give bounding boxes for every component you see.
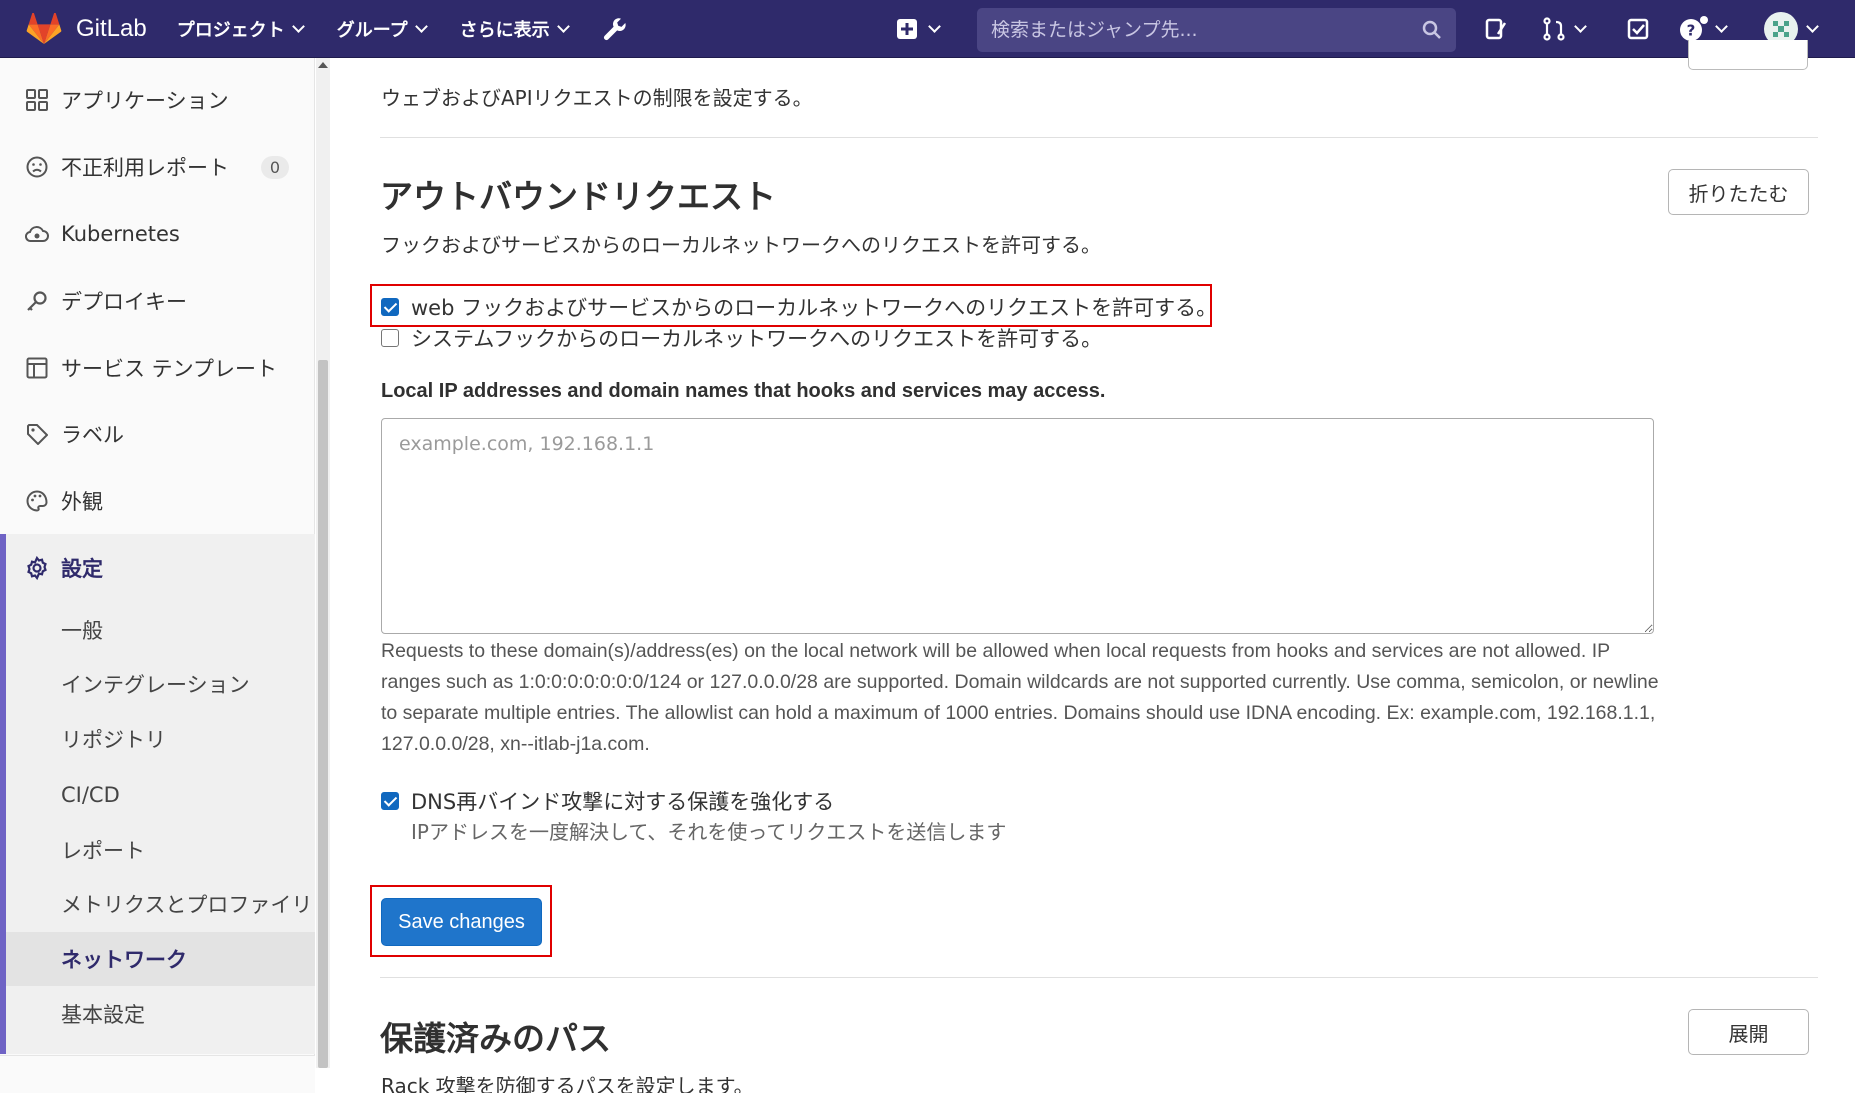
palette-icon xyxy=(25,489,49,513)
sidebar-subitem-label: 基本設定 xyxy=(61,1003,145,1027)
new-menu-button[interactable] xyxy=(896,0,941,58)
sidebar-subitem-metrics[interactable]: メトリクスとプロファイリング xyxy=(6,877,315,931)
sidebar-item-label: Kubernetes xyxy=(61,222,180,246)
save-changes-button[interactable]: Save changes xyxy=(381,898,542,946)
frown-icon xyxy=(25,155,49,179)
sidebar-scrollbar-thumb[interactable] xyxy=(318,360,328,1068)
label-icon xyxy=(25,422,49,446)
dns-rebinding-checkbox[interactable] xyxy=(381,792,399,810)
sidebar-item-service-templates[interactable]: サービス テンプレート xyxy=(0,338,315,398)
merge-request-icon xyxy=(1543,17,1565,41)
admin-wrench-button[interactable] xyxy=(602,16,628,42)
sidebar-item-applications[interactable]: アプリケーション xyxy=(0,70,315,130)
sidebar-subitem-label: CI/CD xyxy=(61,783,120,807)
scroll-up-arrow-icon[interactable] xyxy=(318,62,328,68)
svg-text:?: ? xyxy=(1687,22,1696,40)
section-divider xyxy=(380,977,1818,978)
nav-more[interactable]: さらに表示 xyxy=(459,16,570,42)
nav-groups[interactable]: グループ xyxy=(336,16,428,42)
issues-icon xyxy=(1485,18,1507,40)
expand-button[interactable]: 展開 xyxy=(1688,1009,1809,1055)
sidebar-subitem-reporting[interactable]: レポート xyxy=(6,823,315,877)
chevron-down-icon xyxy=(1574,20,1587,33)
sidebar-subitem-preferences[interactable]: 基本設定 xyxy=(6,987,315,1041)
dns-rebinding-protection[interactable]: DNS再バインド攻撃に対する保護を強化する xyxy=(381,786,834,816)
cloud-gear-icon xyxy=(25,222,49,246)
sidebar-subitem-label: リポジトリ xyxy=(61,728,166,752)
sidebar-item-settings[interactable]: 設定 xyxy=(0,538,315,598)
sidebar-item-deploy-keys[interactable]: デプロイキー xyxy=(0,271,315,331)
nav-more-label: さらに表示 xyxy=(459,19,550,41)
sidebar-subitem-label: 一般 xyxy=(61,619,103,643)
outbound-requests-title: アウトバウンドリクエスト xyxy=(380,177,776,216)
sidebar-item-label: デプロイキー xyxy=(61,290,187,314)
chevron-down-icon xyxy=(291,19,305,33)
nav-projects-label: プロジェクト xyxy=(176,19,285,41)
todos-button[interactable] xyxy=(1626,0,1650,58)
allowlist-help-text: Requests to these domain(s)/address(es) … xyxy=(381,640,1659,755)
nav-menu: プロジェクト グループ さらに表示 xyxy=(177,16,628,42)
sidebar-item-label: 設定 xyxy=(61,557,103,581)
sidebar-item-label: 外観 xyxy=(61,490,103,514)
protected-paths-description: Rack 攻撃を防御するパスを設定します。 xyxy=(381,1074,754,1093)
issues-button[interactable] xyxy=(1484,0,1508,58)
sidebar-item-appearance[interactable]: 外観 xyxy=(0,471,315,531)
sidebar-subitem-label: レポート xyxy=(61,839,145,863)
sidebar-item-kubernetes[interactable]: Kubernetes xyxy=(0,204,315,264)
sidebar-item-labels[interactable]: ラベル xyxy=(0,404,315,464)
count-badge: 0 xyxy=(260,155,289,179)
sidebar-subitem-network[interactable]: ネットワーク xyxy=(6,932,315,986)
brand-name: GitLab xyxy=(76,14,147,42)
dns-rebinding-description: IPアドレスを一度解決して、それを使ってリクエストを送信します xyxy=(411,820,1007,844)
protected-paths-title: 保護済みのパス xyxy=(380,1019,611,1058)
help-icon: ? xyxy=(1680,16,1708,41)
chevron-down-icon xyxy=(1806,20,1819,33)
sidebar-item-label: アプリケーション xyxy=(61,89,229,113)
sidebar-subitem-label: ネットワーク xyxy=(61,948,187,972)
highlight-box xyxy=(370,284,1212,327)
chevron-down-icon xyxy=(928,20,941,33)
merge-requests-button[interactable] xyxy=(1542,0,1587,58)
nav-groups-label: グループ xyxy=(336,19,408,41)
previous-section-description: ウェブおよびAPIリクエストの制限を設定する。 xyxy=(381,86,813,110)
sidebar-item-label: ラベル xyxy=(61,423,124,447)
nav-projects[interactable]: プロジェクト xyxy=(176,16,305,42)
chevron-down-icon xyxy=(556,19,570,33)
sidebar-subitem-ci-cd[interactable]: CI/CD xyxy=(6,768,315,822)
allow-system-hooks-checkbox[interactable] xyxy=(381,329,399,347)
sidebar-subitem-label: インテグレーション xyxy=(61,673,250,697)
sidebar-subitem-label: メトリクスとプロファイリング xyxy=(61,893,315,917)
dns-rebinding-label: DNS再バインド攻撃に対する保護を強化する xyxy=(411,790,835,814)
gitlab-logo[interactable]: GitLab xyxy=(26,0,147,58)
sidebar-item-label: 不正利用レポート xyxy=(61,156,229,180)
allow-system-hooks-label: システムフックからのローカルネットワークへのリクエストを許可する。 xyxy=(411,327,1103,351)
sidebar-subitem-general[interactable]: 一般 xyxy=(6,603,315,657)
plus-square-icon xyxy=(897,19,917,39)
sidebar-footer xyxy=(0,1055,315,1093)
todo-icon xyxy=(1627,18,1649,40)
sidebar-item-label: サービス テンプレート xyxy=(61,357,278,381)
gitlab-tanuki-icon xyxy=(26,12,62,44)
search-input[interactable] xyxy=(991,19,1422,41)
allowlist-label: Local IP addresses and domain names that… xyxy=(381,380,1106,402)
chevron-down-icon xyxy=(414,19,428,33)
chevron-down-icon xyxy=(1715,20,1728,33)
search-icon xyxy=(1422,20,1441,39)
previous-section-toggle-button[interactable] xyxy=(1688,40,1808,70)
outbound-requests-description: フックおよびサービスからのローカルネットワークへのリクエストを許可する。 xyxy=(381,233,1101,257)
sidebar-item-abuse-reports[interactable]: 不正利用レポート 0 xyxy=(0,137,315,197)
wrench-icon xyxy=(603,17,626,40)
section-divider xyxy=(380,137,1818,138)
key-icon xyxy=(25,289,49,313)
top-navbar: GitLab プロジェクト グループ さらに表示 ? xyxy=(0,0,1855,58)
gear-icon xyxy=(25,556,49,580)
search-box[interactable] xyxy=(977,8,1456,52)
allow-system-hooks-local-requests[interactable]: システムフックからのローカルネットワークへのリクエストを許可する。 xyxy=(381,323,1102,353)
allowlist-textarea[interactable] xyxy=(381,418,1654,634)
grid-icon xyxy=(25,88,49,112)
sidebar-subitem-integrations[interactable]: インテグレーション xyxy=(6,657,315,711)
sidebar-subitem-repository[interactable]: リポジトリ xyxy=(6,712,315,766)
collapse-button[interactable]: 折りたたむ xyxy=(1668,169,1809,215)
template-icon xyxy=(25,356,49,380)
